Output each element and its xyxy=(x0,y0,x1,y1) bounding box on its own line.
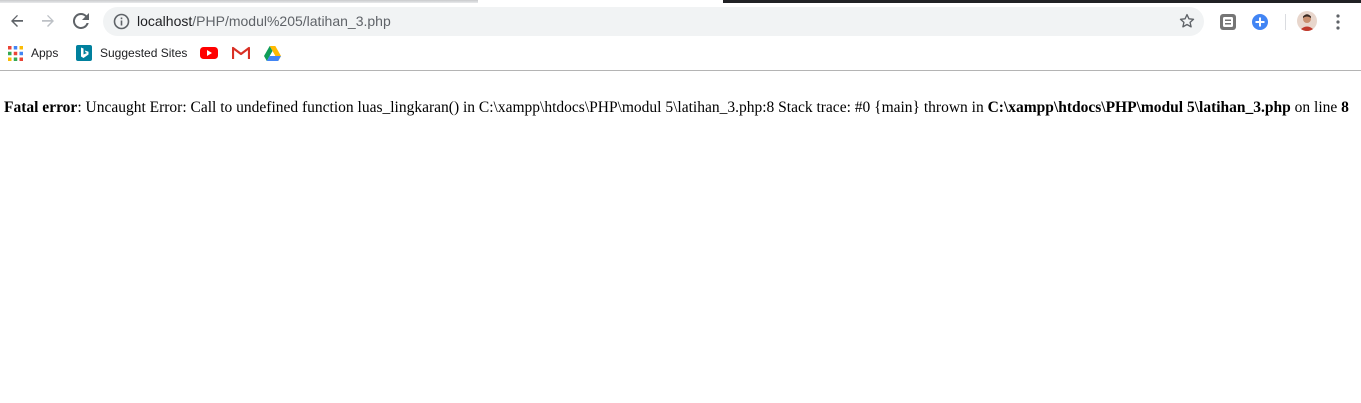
url-path: /PHP/modul%205/latihan_3.php xyxy=(192,13,391,29)
forward-button[interactable] xyxy=(35,8,61,34)
google-drive-icon xyxy=(264,45,281,61)
error-on-line-text: on line xyxy=(1290,99,1342,116)
browser-toolbar: localhost/PHP/modul%205/latihan_3.php xyxy=(0,4,1361,38)
url-host: localhost xyxy=(137,13,193,29)
reload-icon xyxy=(73,13,89,29)
bookmark-apps[interactable]: Apps xyxy=(8,43,58,63)
error-label: Fatal error xyxy=(4,99,78,116)
url-text[interactable]: localhost/PHP/modul%205/latihan_3.php xyxy=(137,13,391,29)
star-icon[interactable] xyxy=(1178,12,1196,30)
bookmark-apps-label: Apps xyxy=(31,46,59,60)
bookmark-youtube[interactable] xyxy=(200,43,226,63)
arrow-left-icon xyxy=(11,15,23,27)
active-tab-edge xyxy=(0,0,478,3)
profile-avatar[interactable] xyxy=(1297,11,1317,31)
bing-icon xyxy=(76,45,92,61)
bookmark-gmail[interactable] xyxy=(232,43,258,63)
kebab-menu-icon[interactable] xyxy=(1330,13,1346,31)
plus-circle-icon[interactable] xyxy=(1251,13,1269,31)
error-file: C:\xampp\htdocs\PHP\modul 5\latihan_3.ph… xyxy=(987,99,1291,116)
avatar-image xyxy=(1297,11,1317,31)
error-text: : Uncaught Error: Call to undefined func… xyxy=(77,99,988,116)
php-error-message: Fatal error: Uncaught Error: Call to und… xyxy=(4,98,1354,117)
address-bar[interactable]: localhost/PHP/modul%205/latihan_3.php xyxy=(103,7,1204,36)
info-icon[interactable] xyxy=(113,13,130,30)
reload-button[interactable] xyxy=(68,8,94,34)
window-frame-edge xyxy=(723,0,1361,3)
apps-grid-icon xyxy=(8,45,23,61)
toolbar-divider xyxy=(1285,14,1286,30)
bookmarks-bar: Apps Suggested Sites xyxy=(0,39,1361,67)
gmail-icon xyxy=(232,46,250,59)
arrow-right-icon xyxy=(42,15,54,27)
bookmark-suggested-sites[interactable]: Suggested Sites xyxy=(76,43,187,63)
browser-chrome-divider xyxy=(0,70,1361,71)
bookmark-drive[interactable] xyxy=(264,43,289,63)
youtube-icon xyxy=(200,47,218,59)
bookmark-suggested-label: Suggested Sites xyxy=(100,46,188,60)
lens-icon[interactable] xyxy=(1219,13,1237,31)
error-line-number: 8 xyxy=(1341,99,1349,116)
back-button[interactable] xyxy=(4,8,30,34)
